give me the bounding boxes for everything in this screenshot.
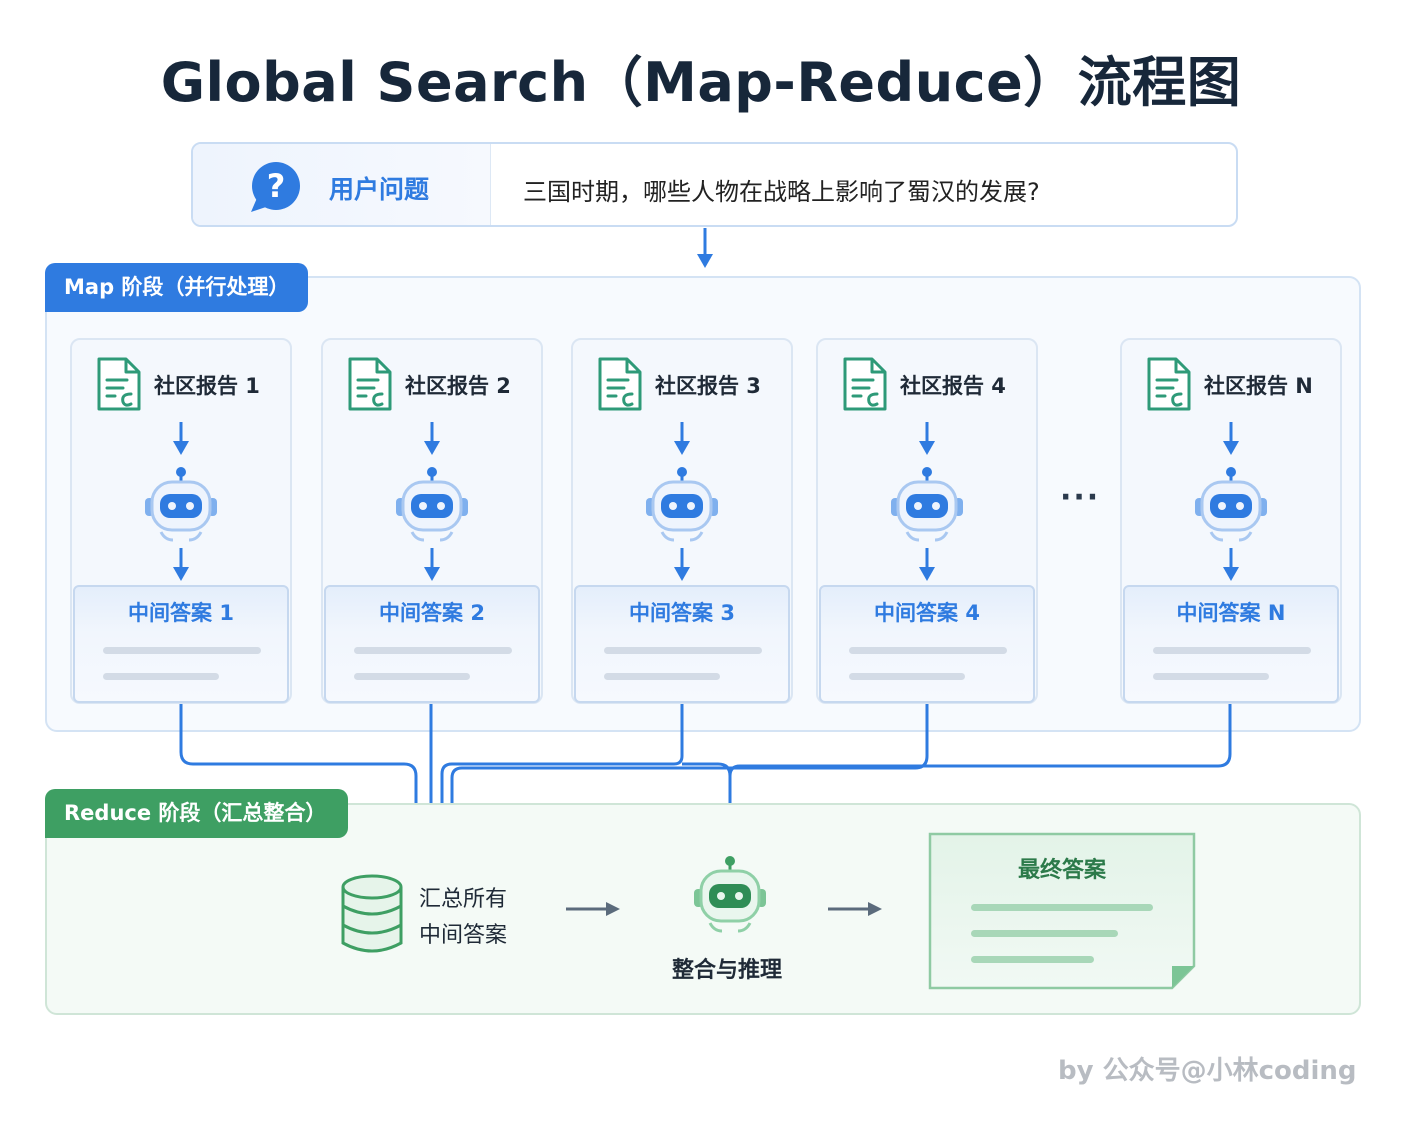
map-stage-tab: Map 阶段（并行处理） <box>45 263 308 312</box>
arrow-right-icon <box>566 902 620 916</box>
question-bubble-icon: ? <box>251 162 300 212</box>
intermediate-answer-title: 中间答案 N <box>1176 601 1286 625</box>
community-report-title: 社区报告 3 <box>655 374 761 398</box>
arrow-down-icon <box>671 422 693 460</box>
arrow-right-icon <box>828 902 882 916</box>
collect-line-2: 中间答案 <box>419 923 508 948</box>
arrow-down-icon <box>421 548 443 586</box>
document-icon <box>1146 356 1192 416</box>
arrow-down-icon <box>1220 548 1242 586</box>
arrow-down-icon <box>697 228 713 268</box>
svg-text:?: ? <box>267 167 286 205</box>
arrow-down-icon <box>421 422 443 460</box>
robot-icon <box>694 856 766 933</box>
arrow-down-icon <box>1220 422 1242 460</box>
text-placeholder-bar <box>604 673 720 680</box>
intermediate-answer-title: 中间答案 3 <box>629 601 735 625</box>
merge-reason-label: 整合与推理 <box>672 958 783 983</box>
text-placeholder-bar <box>1153 647 1311 654</box>
arrow-down-icon <box>170 548 192 586</box>
document-icon <box>96 356 142 416</box>
robot-icon <box>643 466 721 550</box>
arrow-down-icon <box>916 422 938 460</box>
arrow-down-icon <box>671 548 693 586</box>
text-placeholder-bar <box>354 647 512 654</box>
robot-icon <box>393 466 471 550</box>
question-label: 用户问题 <box>329 175 430 204</box>
arrow-down-icon <box>170 422 192 460</box>
text-placeholder-bar <box>604 647 762 654</box>
intermediate-answer-title: 中间答案 2 <box>379 601 485 625</box>
document-icon <box>347 356 393 416</box>
intermediate-answer-title: 中间答案 4 <box>874 601 980 625</box>
community-report-title: 社区报告 1 <box>154 374 260 398</box>
intermediate-answer-title: 中间答案 1 <box>128 601 234 625</box>
intermediate-answer-card: 中间答案 4 <box>819 585 1035 703</box>
final-answer-label: 最终答案 <box>1017 858 1106 883</box>
reduce-stage-tab: Reduce 阶段（汇总整合） <box>45 789 348 838</box>
document-icon <box>597 356 643 416</box>
intermediate-answer-card: 中间答案 N <box>1123 585 1339 703</box>
collect-answers-label: 汇总所有 中间答案 <box>419 882 507 954</box>
intermediate-answer-card: 中间答案 3 <box>574 585 790 703</box>
more-columns-ellipsis: ··· <box>1060 480 1101 515</box>
user-question-box: ? 用户问题 三国时期，哪些人物在战略上影响了蜀汉的发展? <box>191 142 1238 227</box>
collect-line-1: 汇总所有 <box>419 887 508 912</box>
text-placeholder-bar <box>354 673 470 680</box>
community-report-title: 社区报告 N <box>1204 374 1313 398</box>
robot-icon <box>1192 466 1270 550</box>
text-placeholder-bar <box>103 647 261 654</box>
text-placeholder-bar <box>849 647 1007 654</box>
text-placeholder-bar <box>1153 673 1269 680</box>
page-title: Global Search（Map-Reduce）流程图 <box>160 51 1242 114</box>
robot-icon <box>888 466 966 550</box>
robot-icon <box>142 466 220 550</box>
author-credit: by 公众号@小林coding <box>1058 1056 1357 1086</box>
question-text: 三国时期，哪些人物在战略上影响了蜀汉的发展? <box>523 178 1040 206</box>
community-report-title: 社区报告 2 <box>405 374 511 398</box>
database-icon <box>341 874 403 953</box>
document-icon <box>842 356 888 416</box>
arrow-down-icon <box>916 548 938 586</box>
intermediate-answer-card: 中间答案 1 <box>73 585 289 703</box>
text-placeholder-bar <box>103 673 219 680</box>
community-report-title: 社区报告 4 <box>900 374 1006 398</box>
text-placeholder-bar <box>849 673 965 680</box>
intermediate-answer-card: 中间答案 2 <box>324 585 540 703</box>
